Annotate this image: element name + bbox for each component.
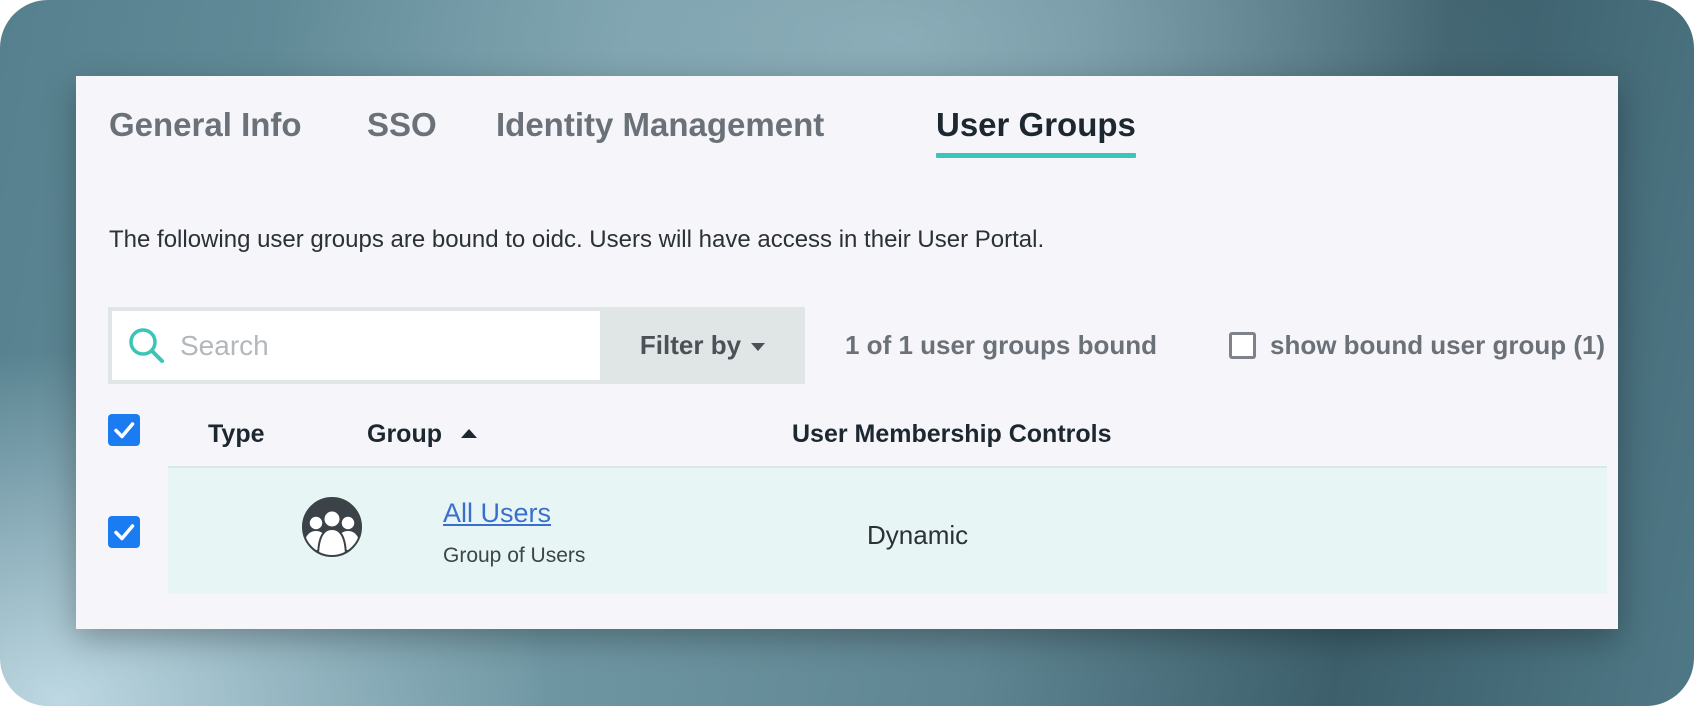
- caret-down-icon: [751, 343, 766, 351]
- column-header-membership: User Membership Controls: [792, 420, 1112, 448]
- sort-ascending-icon: [460, 428, 477, 438]
- column-header-group[interactable]: Group: [367, 414, 477, 454]
- tab-sso[interactable]: SSO: [367, 96, 437, 158]
- show-bound-toggle[interactable]: show bound user group (1): [1229, 307, 1605, 384]
- checkmark-icon: [114, 422, 135, 439]
- tab-user-groups[interactable]: User Groups: [936, 96, 1136, 158]
- tab-general-info[interactable]: General Info: [109, 96, 302, 158]
- show-bound-checkbox[interactable]: [1229, 332, 1256, 359]
- search-icon: [129, 328, 164, 363]
- row-checkbox[interactable]: [108, 516, 140, 548]
- table-row: All Users Group of Users Dynamic: [168, 466, 1607, 594]
- group-type-label: Group of Users: [443, 544, 586, 567]
- search-input[interactable]: [180, 311, 590, 380]
- bound-count-text: 1 of 1 user groups bound: [845, 330, 1158, 360]
- user-group-icon: [302, 497, 362, 557]
- search-box: [108, 307, 600, 384]
- filter-by-label: Filter by: [639, 330, 742, 360]
- show-bound-label: show bound user group (1): [1270, 330, 1606, 360]
- tab-identity-management[interactable]: Identity Management: [496, 96, 824, 158]
- filter-by-dropdown[interactable]: Filter by: [600, 307, 805, 384]
- group-name-link[interactable]: All Users: [443, 498, 551, 529]
- user-groups-panel: General Info SSO Identity Management Use…: [76, 76, 1618, 629]
- window-backdrop: General Info SSO Identity Management Use…: [0, 0, 1694, 706]
- column-header-type: Type: [208, 420, 265, 448]
- select-all-checkbox[interactable]: [108, 414, 140, 446]
- membership-value: Dynamic: [867, 520, 969, 550]
- intro-text: The following user groups are bound to o…: [109, 226, 1045, 253]
- checkmark-icon: [114, 524, 135, 541]
- column-header-group-label: Group: [367, 420, 442, 448]
